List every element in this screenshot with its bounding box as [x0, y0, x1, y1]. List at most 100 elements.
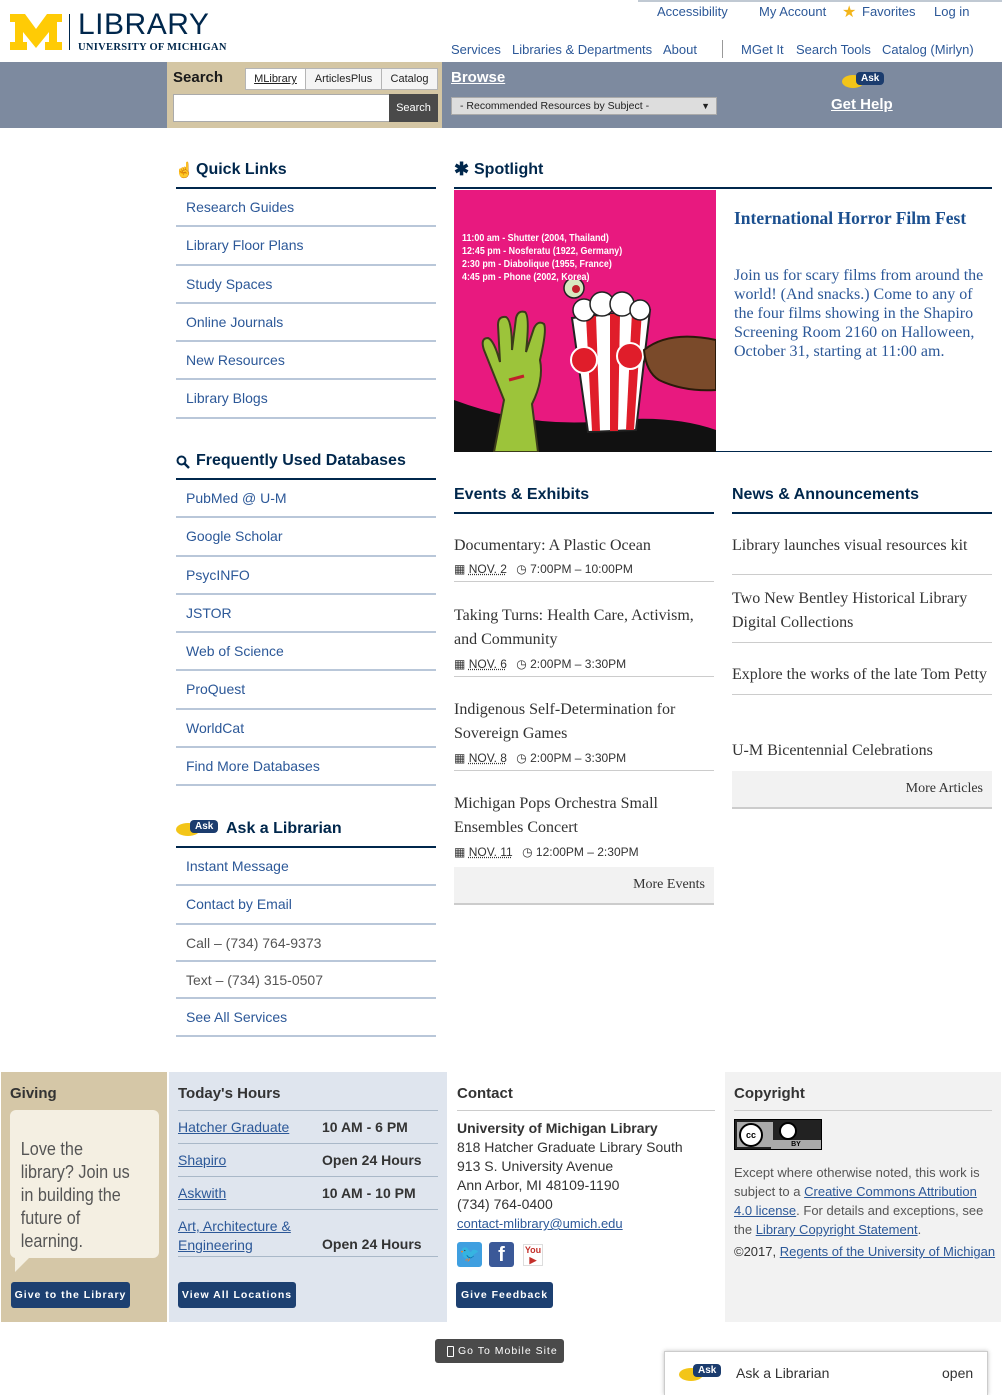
- events-rule: [454, 512, 714, 514]
- hours-title: Today's Hours: [178, 1085, 281, 1102]
- go-to-mobile-site-button[interactable]: Go To Mobile Site: [435, 1339, 564, 1363]
- tab-catalog[interactable]: Catalog: [381, 68, 438, 90]
- quick-link-online-journals[interactable]: Online Journals: [176, 304, 436, 343]
- contact-rule: [457, 1110, 715, 1111]
- regents-link[interactable]: Regents of the University of Michigan: [780, 1244, 995, 1259]
- event-title[interactable]: Michigan Pops Orchestra Small Ensembles …: [454, 792, 714, 840]
- news-title-link[interactable]: U-M Bicentennial Celebrations: [732, 739, 992, 763]
- nav-mget-it[interactable]: MGet It: [741, 42, 784, 57]
- youtube-icon[interactable]: You ▶: [523, 1244, 543, 1266]
- hours-location-link[interactable]: Hatcher Graduate: [178, 1119, 289, 1135]
- event-title[interactable]: Taking Turns: Health Care, Activism, and…: [454, 604, 714, 652]
- news-title-link[interactable]: Library launches visual resources kit: [732, 534, 992, 558]
- hours-location-link[interactable]: Askwith: [178, 1185, 226, 1201]
- creative-commons-badge[interactable]: cc BY: [734, 1119, 822, 1150]
- browse-link[interactable]: Browse: [451, 69, 505, 86]
- contact-line: 913 S. University Avenue: [457, 1158, 614, 1174]
- spotlight-rule: [454, 187, 992, 189]
- quick-link-new-resources[interactable]: New Resources: [176, 342, 436, 381]
- copyright-statement-link[interactable]: Library Copyright Statement: [756, 1222, 918, 1237]
- cc-icon: cc: [739, 1123, 763, 1147]
- contact-email-link[interactable]: contact-mlibrary@umich.edu: [457, 1214, 683, 1233]
- hours-location-link[interactable]: Art, Architecture & Engineering: [178, 1217, 308, 1255]
- event-title[interactable]: Documentary: A Plastic Ocean: [454, 534, 714, 558]
- poster-schedule: 11:00 am - Shutter (2004, Thailand) 12:4…: [462, 232, 623, 283]
- event-item[interactable]: Michigan Pops Orchestra Small Ensembles …: [454, 792, 714, 862]
- database-psycinfo[interactable]: PsycINFO: [176, 557, 436, 595]
- nav-services[interactable]: Services: [451, 42, 501, 57]
- hours-time: Open 24 Hours: [322, 1152, 422, 1168]
- news-rule: [732, 512, 992, 514]
- event-item[interactable]: Taking Turns: Health Care, Activism, and…: [454, 604, 714, 677]
- nav-about[interactable]: About: [663, 42, 697, 57]
- logo-divider: [69, 14, 70, 50]
- event-time: 2:00PM – 3:30PM: [530, 751, 627, 765]
- browse-subject-select[interactable]: - Recommended Resources by Subject - ▼: [451, 97, 717, 115]
- copyright-title: Copyright: [734, 1085, 805, 1102]
- database-proquest[interactable]: ProQuest: [176, 671, 436, 710]
- contact-phone: (734) 764-0400: [457, 1196, 553, 1212]
- see-all-services-link[interactable]: See All Services: [176, 999, 436, 1037]
- find-more-databases-link[interactable]: Find More Databases: [176, 748, 436, 787]
- horror-film-poster[interactable]: 11:00 am - Shutter (2004, Thailand) 12:4…: [454, 190, 716, 452]
- news-title-link[interactable]: Two New Bentley Historical Library Digit…: [732, 587, 992, 635]
- ask-librarian-list: Instant Message Contact by Email Call – …: [176, 848, 436, 1037]
- view-all-locations-button[interactable]: View All Locations: [178, 1282, 296, 1308]
- get-help-link[interactable]: Get Help: [831, 96, 893, 113]
- tab-articlesplus[interactable]: ArticlesPlus: [305, 68, 382, 90]
- database-pubmed[interactable]: PubMed @ U-M: [176, 480, 436, 519]
- tab-mlibrary[interactable]: MLibrary: [245, 68, 306, 90]
- search-input[interactable]: [173, 94, 391, 122]
- quick-link-research-guides[interactable]: Research Guides: [176, 189, 436, 228]
- database-worldcat[interactable]: WorldCat: [176, 710, 436, 749]
- news-item[interactable]: Explore the works of the late Tom Petty: [732, 663, 992, 695]
- event-item[interactable]: Indigenous Self-Determination for Sovere…: [454, 698, 714, 771]
- nav-libraries-departments[interactable]: Libraries & Departments: [512, 42, 652, 57]
- event-meta: ▦ NOV. 11 ◷ 12:00PM – 2:30PM: [454, 842, 714, 862]
- giving-quote: Love the library? Join us in building th…: [20, 1139, 130, 1251]
- text-number: Text – (734) 315-0507: [176, 962, 436, 999]
- search-button[interactable]: Search: [389, 94, 438, 122]
- event-title[interactable]: Indigenous Self-Determination for Sovere…: [454, 698, 714, 746]
- quick-links-title: Quick Links: [196, 161, 287, 178]
- contact-email-link[interactable]: Contact by Email: [176, 886, 436, 925]
- twitter-icon[interactable]: 🐦: [457, 1242, 482, 1267]
- ask-icon: Ask: [840, 70, 886, 92]
- chat-widget-label: Ask a Librarian: [736, 1365, 830, 1381]
- news-item[interactable]: U-M Bicentennial Celebrations: [732, 739, 992, 763]
- login-link[interactable]: Log in: [934, 4, 969, 19]
- facebook-icon[interactable]: f: [489, 1242, 514, 1267]
- favorites-link[interactable]: Favorites: [862, 4, 915, 19]
- database-web-of-science[interactable]: Web of Science: [176, 633, 436, 672]
- nav-search-tools[interactable]: Search Tools: [796, 42, 871, 57]
- contact-line: Ann Arbor, MI 48109-1190: [457, 1177, 620, 1193]
- quick-link-library-blogs[interactable]: Library Blogs: [176, 380, 436, 419]
- footer-copyright: Copyright cc BY Except where otherwise n…: [725, 1072, 1001, 1322]
- clock-icon: ◷: [516, 562, 527, 576]
- news-item[interactable]: Two New Bentley Historical Library Digit…: [732, 587, 992, 643]
- hours-location-link[interactable]: Shapiro: [178, 1152, 226, 1168]
- nav-catalog[interactable]: Catalog (Mirlyn): [882, 42, 974, 57]
- quick-link-floor-plans[interactable]: Library Floor Plans: [176, 227, 436, 266]
- more-events-link[interactable]: More Events: [454, 867, 714, 905]
- calendar-icon: ▦: [454, 751, 466, 765]
- accessibility-link[interactable]: Accessibility: [657, 4, 728, 19]
- give-to-library-button[interactable]: Give to the Library: [11, 1282, 130, 1308]
- my-account-link[interactable]: My Account: [759, 4, 826, 19]
- news-title-link[interactable]: Explore the works of the late Tom Petty: [732, 663, 992, 687]
- database-google-scholar[interactable]: Google Scholar: [176, 518, 436, 557]
- clock-icon: ◷: [522, 845, 533, 859]
- more-articles-link[interactable]: More Articles: [732, 771, 992, 809]
- news-item[interactable]: Library launches visual resources kit: [732, 534, 992, 575]
- event-item[interactable]: Documentary: A Plastic Ocean ▦ NOV. 2 ◷ …: [454, 534, 714, 582]
- database-jstor[interactable]: JSTOR: [176, 595, 436, 634]
- instant-message-link[interactable]: Instant Message: [176, 848, 436, 887]
- event-date: NOV. 2: [468, 562, 507, 576]
- event-time: 12:00PM – 2:30PM: [535, 845, 639, 859]
- give-feedback-button[interactable]: Give Feedback: [456, 1282, 553, 1308]
- spotlight-headline-link[interactable]: International Horror Film Fest: [734, 206, 984, 230]
- chat-widget-status: open: [942, 1365, 974, 1381]
- ask-librarian-chat-widget[interactable]: Ask Ask a Librarian open: [664, 1351, 988, 1395]
- quick-link-study-spaces[interactable]: Study Spaces: [176, 266, 436, 304]
- ask-icon: Ask: [176, 818, 220, 840]
